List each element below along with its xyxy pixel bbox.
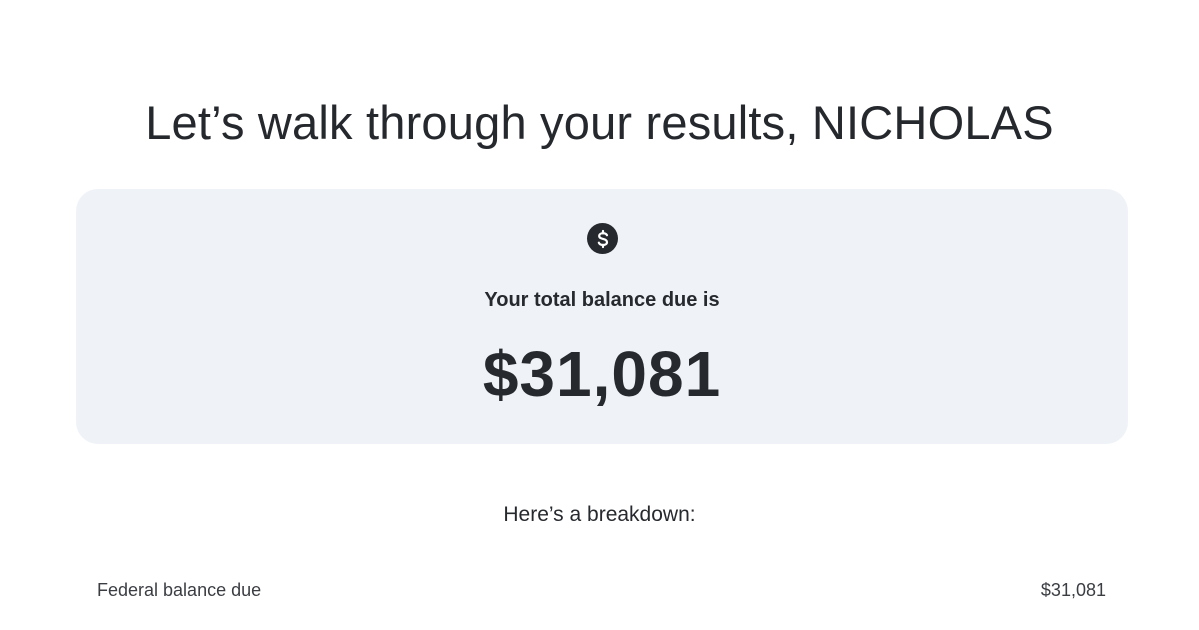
dollar-circle-icon (587, 223, 618, 254)
breakdown-row-federal: Federal balance due $31,081 (97, 576, 1106, 604)
page-title: Let’s walk through your results, NICHOLA… (145, 96, 1054, 150)
breakdown-row-value: $31,081 (1040, 579, 1106, 600)
breakdown-heading: Here’s a breakdown: (503, 503, 696, 526)
balance-label: Your total balance due is (484, 289, 720, 311)
balance-summary-card: Your total balance due is $31,081 (76, 189, 1128, 444)
balance-amount: $31,081 (482, 338, 722, 410)
breakdown-row-label: Federal balance due (97, 579, 262, 600)
